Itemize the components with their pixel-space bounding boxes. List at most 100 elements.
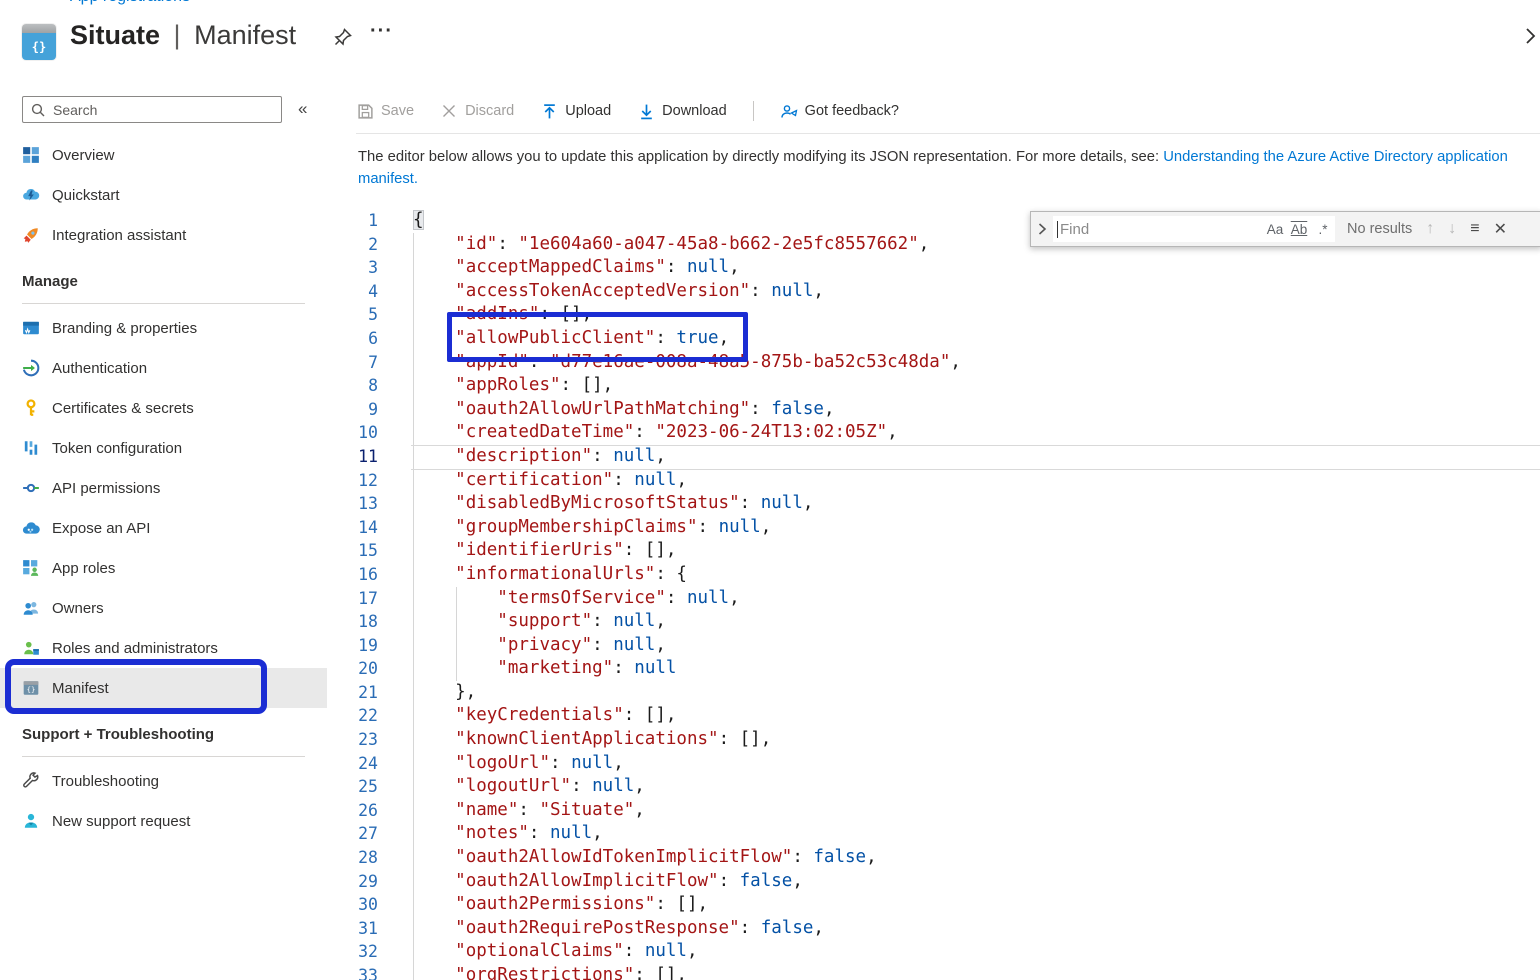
- code-line: 12 "certification": null,: [327, 469, 1540, 493]
- code-line: 11 "description": null,: [327, 445, 1540, 469]
- sidebar-item-label: Integration assistant: [52, 227, 186, 244]
- collapse-sidebar-icon[interactable]: «: [298, 99, 307, 119]
- sidebar-item-label: Roles and administrators: [52, 640, 218, 657]
- sidebar-item-troubleshooting[interactable]: Troubleshooting: [0, 761, 327, 801]
- code-text: "oauth2AllowImplicitFlow": false,: [413, 870, 803, 894]
- code-text: "oauth2AllowUrlPathMatching": false,: [413, 398, 834, 422]
- code-line: 22 "keyCredentials": [],: [327, 704, 1540, 728]
- toolbar-divider: [753, 101, 754, 121]
- sidebar-item-owners[interactable]: Owners: [0, 588, 327, 628]
- find-expand-chevron-icon[interactable]: [1031, 223, 1053, 235]
- whole-word-icon[interactable]: Ab: [1287, 222, 1311, 237]
- code-lines: 1{2 "id": "1e604a60-a047-45a8-b662-2e5fc…: [327, 209, 1540, 980]
- code-text: "addIns": [],: [413, 303, 592, 327]
- quickstart-icon: [22, 186, 40, 204]
- close-find-icon[interactable]: ✕: [1494, 219, 1507, 239]
- code-line: 28 "oauth2AllowIdTokenImplicitFlow": fal…: [327, 846, 1540, 870]
- page-title-blade-name: Manifest: [194, 20, 296, 50]
- discard-button[interactable]: Discard: [440, 102, 514, 120]
- toolbar-button-label: Save: [381, 103, 414, 119]
- find-results-label: No results: [1347, 221, 1412, 237]
- expand-blade-chevron-icon[interactable]: [1520, 26, 1540, 46]
- sidebar-item-api-permissions[interactable]: API permissions: [0, 468, 327, 508]
- code-line: 8 "appRoles": [],: [327, 374, 1540, 398]
- sidebar-item-overview[interactable]: Overview: [0, 135, 327, 175]
- manifest-icon: {}: [22, 679, 40, 697]
- azure-portal-page: App registrations {} Situate | Manifest …: [0, 0, 1540, 980]
- sidebar-item-integration-assistant[interactable]: Integration assistant: [0, 215, 327, 255]
- sidebar-item-expose-an-api[interactable]: Expose an API: [0, 508, 327, 548]
- toolbar-button-label: Got feedback?: [805, 103, 899, 119]
- code-line: 18 "support": null,: [327, 610, 1540, 634]
- line-number: 30: [327, 893, 378, 917]
- sidebar-item-token-configuration[interactable]: Token configuration: [0, 428, 327, 468]
- code-text: "orgRestrictions": [],: [413, 964, 687, 980]
- code-line: 9 "oauth2AllowUrlPathMatching": false,: [327, 398, 1540, 422]
- owners-icon: [22, 599, 40, 617]
- find-input-box[interactable]: Aa Ab .*: [1053, 216, 1335, 242]
- sidebar-item-authentication[interactable]: Authentication: [0, 348, 327, 388]
- code-line: 6 "allowPublicClient": true,: [327, 327, 1540, 351]
- code-text: "identifierUris": [],: [413, 539, 676, 563]
- next-match-icon[interactable]: ↓: [1448, 220, 1456, 238]
- sidebar-item-label: API permissions: [52, 480, 160, 497]
- sidebar-item-new-support-request[interactable]: New support request: [0, 801, 327, 841]
- sidebar-search[interactable]: [22, 96, 282, 123]
- code-text: "accessTokenAcceptedVersion": null,: [413, 280, 824, 304]
- sidebar-item-label: Troubleshooting: [52, 773, 159, 790]
- manifest-description: The editor below allows you to update th…: [358, 146, 1540, 190]
- sidebar-item-certificates-secrets[interactable]: Certificates & secrets: [0, 388, 327, 428]
- line-number: 21: [327, 681, 378, 705]
- match-case-icon[interactable]: Aa: [1263, 222, 1287, 237]
- pin-icon[interactable]: [332, 26, 354, 48]
- code-line: 31 "oauth2RequirePostResponse": false,: [327, 917, 1540, 941]
- download-icon: [637, 102, 655, 120]
- download-button[interactable]: Download: [637, 102, 727, 120]
- sidebar-item-app-roles[interactable]: App roles: [0, 548, 327, 588]
- rocket-icon: [22, 226, 40, 244]
- breadcrumb[interactable]: App registrations: [0, 0, 420, 9]
- breadcrumb-clipped-link[interactable]: App registrations: [70, 0, 190, 5]
- toolbar: Save Discard Upload Download Got feedback?: [356, 96, 925, 126]
- code-text: "appRoles": [],: [413, 374, 613, 398]
- sidebar-item-quickstart[interactable]: Quickstart: [0, 175, 327, 215]
- json-editor[interactable]: 1{2 "id": "1e604a60-a047-45a8-b662-2e5fc…: [327, 207, 1540, 980]
- line-number: 14: [327, 516, 378, 540]
- more-options-icon[interactable]: ···: [370, 20, 393, 43]
- previous-match-icon[interactable]: ↑: [1426, 220, 1434, 238]
- token-icon: [22, 439, 40, 457]
- section-divider: [22, 756, 305, 757]
- sidebar-item-label: Authentication: [52, 360, 147, 377]
- sidebar-item-label: Expose an API: [52, 520, 150, 537]
- cloud-api-icon: [22, 519, 40, 537]
- code-text: "logoUrl": null,: [413, 752, 624, 776]
- save-button[interactable]: Save: [356, 102, 414, 120]
- app-roles-icon: [22, 559, 40, 577]
- line-number: 5: [327, 303, 378, 327]
- feedback-button[interactable]: Got feedback?: [780, 102, 899, 120]
- sidebar-item-manifest[interactable]: {}Manifest: [0, 668, 327, 708]
- sidebar-item-roles-and-administrators[interactable]: Roles and administrators: [0, 628, 327, 668]
- find-input[interactable]: [1058, 220, 1263, 239]
- app-icon-titlebar: [22, 24, 56, 33]
- save-icon: [356, 102, 374, 120]
- code-text: "knownClientApplications": [],: [413, 728, 771, 752]
- code-line: 33 "orgRestrictions": [],: [327, 964, 1540, 980]
- code-text: "notes": null,: [413, 822, 603, 846]
- line-number: 20: [327, 657, 378, 681]
- regex-icon[interactable]: .*: [1311, 222, 1335, 237]
- upload-button[interactable]: Upload: [540, 102, 611, 120]
- find-in-selection-icon[interactable]: ≡: [1470, 220, 1479, 238]
- sidebar-item-label: Owners: [52, 600, 104, 617]
- toolbar-button-label: Discard: [465, 103, 514, 119]
- sidebar-item-branding-properties[interactable]: Branding & properties: [0, 308, 327, 348]
- code-line: 5 "addIns": [],: [327, 303, 1540, 327]
- code-line: 25 "logoutUrl": null,: [327, 775, 1540, 799]
- sidebar-nav: OverviewQuickstartIntegration assistantM…: [0, 135, 327, 841]
- code-line: 4 "accessTokenAcceptedVersion": null,: [327, 280, 1540, 304]
- search-input[interactable]: [51, 101, 281, 119]
- find-widget: Aa Ab .* No results ↑ ↓ ≡ ✕: [1030, 211, 1540, 247]
- feedback-icon: [780, 102, 798, 120]
- sidebar-item-label: New support request: [52, 813, 190, 830]
- line-number: 18: [327, 610, 378, 634]
